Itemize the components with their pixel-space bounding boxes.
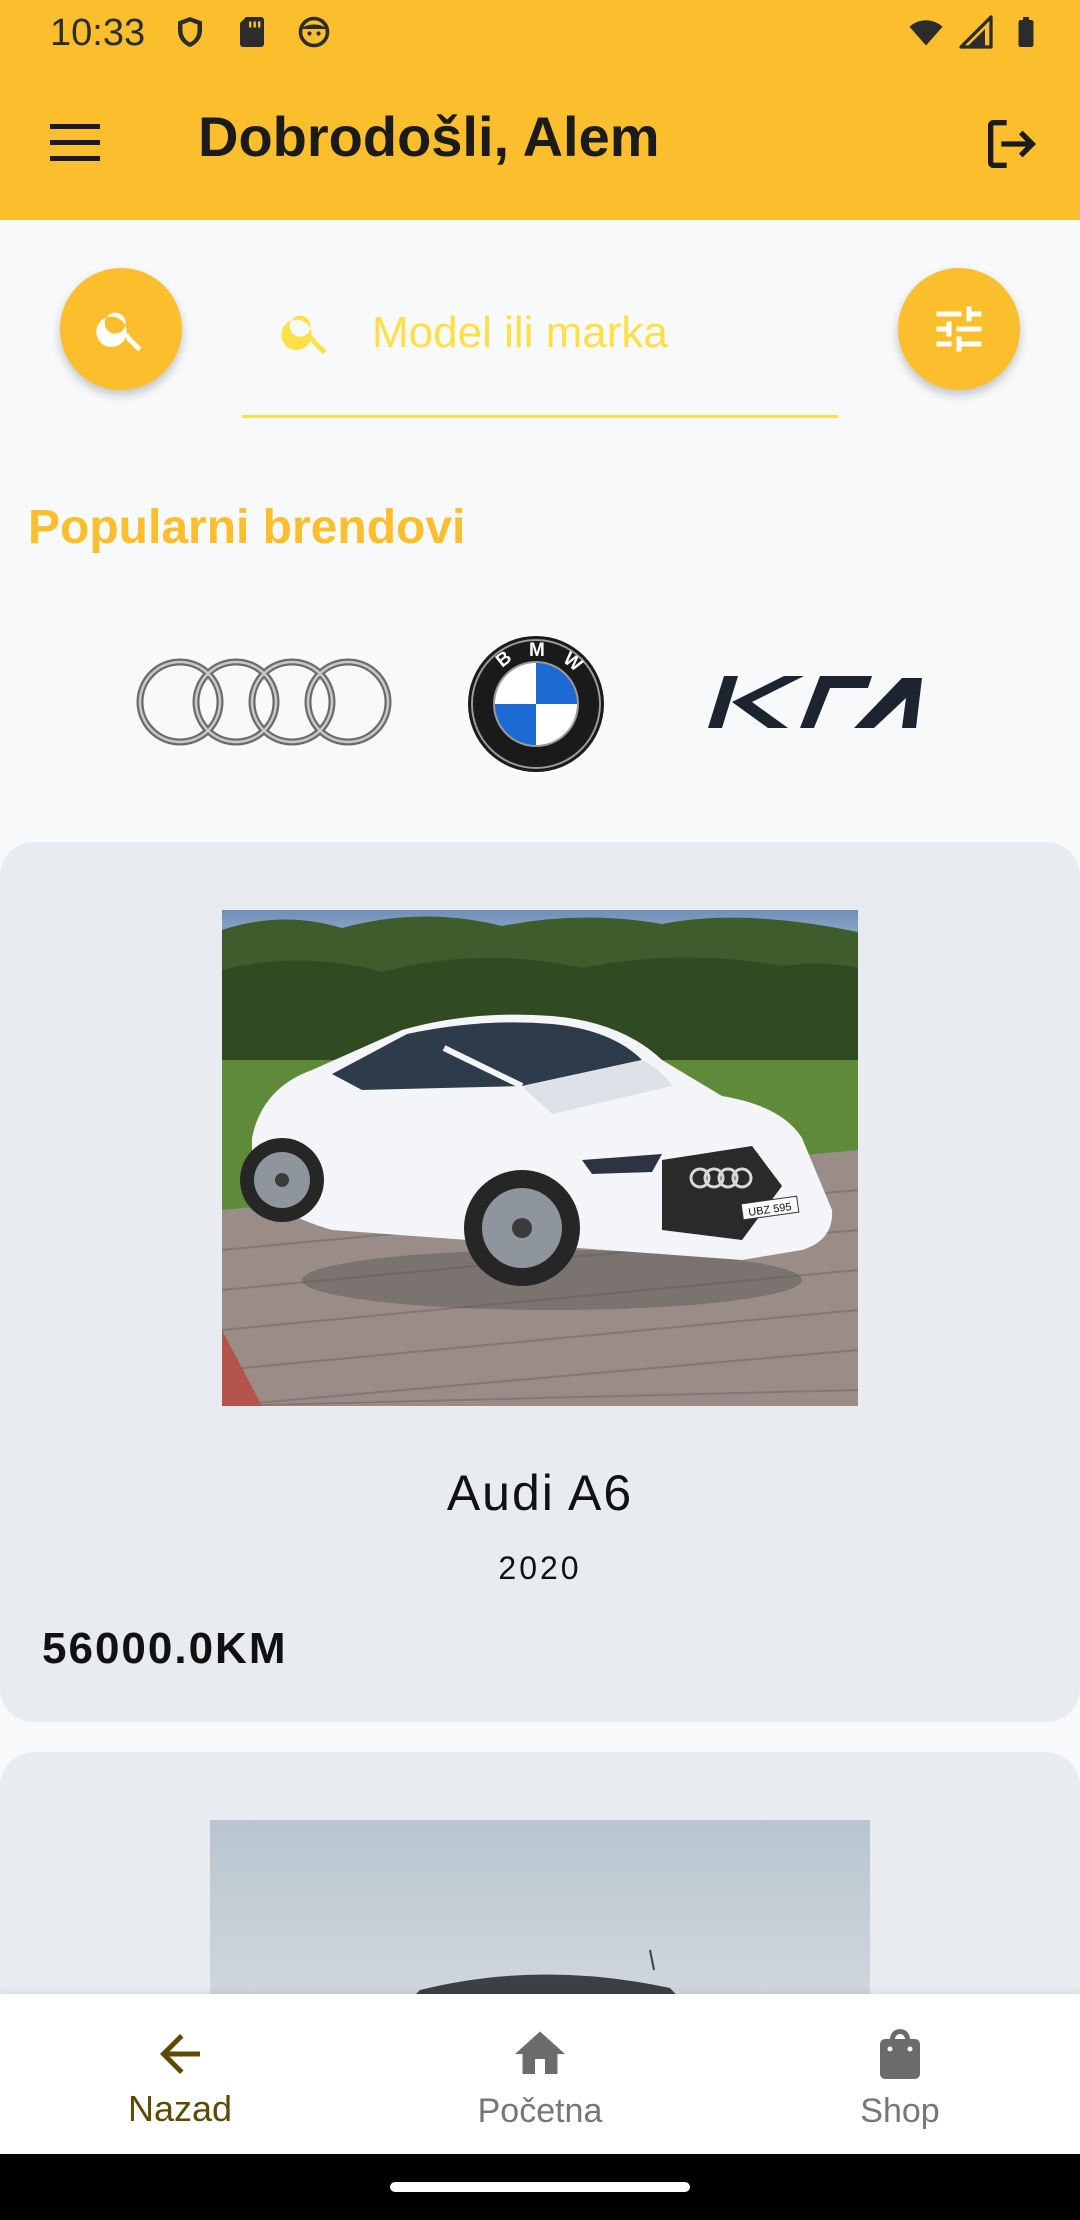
car-year: 2020 bbox=[498, 1550, 582, 1586]
listing-card[interactable]: UBZ 595 Audi A6 2020 56000.0KM bbox=[0, 842, 1080, 1722]
page-title: Dobrodošli, Alem bbox=[198, 105, 660, 168]
shopping-bag-icon bbox=[880, 2029, 920, 2079]
battery-icon bbox=[1018, 17, 1034, 47]
search-icon bbox=[96, 312, 142, 352]
status-icons-right bbox=[908, 14, 1044, 50]
tune-icon bbox=[936, 306, 982, 352]
kia-logo[interactable] bbox=[704, 672, 926, 732]
arrow-back-icon bbox=[160, 2034, 200, 2074]
status-time: 10:33 bbox=[50, 12, 146, 54]
home-gesture-handle[interactable] bbox=[390, 2182, 690, 2192]
car-photo-illustration: UBZ 595 bbox=[222, 910, 858, 1406]
car-photo: UBZ 595 bbox=[222, 910, 858, 1406]
sd-card-icon bbox=[240, 17, 264, 47]
nav-label: Početna bbox=[477, 2092, 603, 2130]
search-icon bbox=[281, 315, 327, 355]
popular-brands-title: Popularni brendovi bbox=[28, 501, 466, 554]
car-price: 56000.0KM bbox=[42, 1624, 288, 1673]
search-button[interactable] bbox=[60, 268, 182, 390]
system-gesture-bar bbox=[0, 2154, 1080, 2220]
app-bar: 10:33 Dobrodošli, Alem bbox=[0, 0, 1080, 220]
status-icons-left bbox=[172, 14, 332, 50]
shield-icon bbox=[178, 17, 202, 47]
logout-icon[interactable] bbox=[980, 112, 1044, 176]
wifi-icon bbox=[909, 20, 943, 46]
menu-icon[interactable] bbox=[46, 118, 108, 168]
filter-button[interactable] bbox=[898, 268, 1020, 390]
audi-logo[interactable] bbox=[130, 652, 396, 752]
face-icon bbox=[298, 16, 330, 48]
nav-item-shop[interactable]: Shop bbox=[720, 1994, 1080, 2154]
nav-label: Nazad bbox=[127, 2088, 233, 2129]
bmw-logo[interactable]: B M W bbox=[466, 634, 606, 774]
nav-item-back[interactable]: Nazad bbox=[0, 1994, 360, 2154]
nav-item-home[interactable]: Početna bbox=[360, 1994, 720, 2154]
search-input[interactable] bbox=[372, 298, 812, 368]
car-name: Audi A6 bbox=[446, 1465, 634, 1521]
home-icon bbox=[515, 2031, 565, 2074]
svg-text:M: M bbox=[529, 640, 545, 661]
bottom-navigation: Nazad Početna Shop bbox=[0, 1994, 1080, 2154]
cell-signal-icon bbox=[959, 15, 993, 49]
nav-label: Shop bbox=[860, 2092, 940, 2130]
search-field bbox=[242, 268, 838, 418]
app-screen: 10:33 Dobrodošli, Alem Model ili marka P… bbox=[0, 0, 1080, 2220]
